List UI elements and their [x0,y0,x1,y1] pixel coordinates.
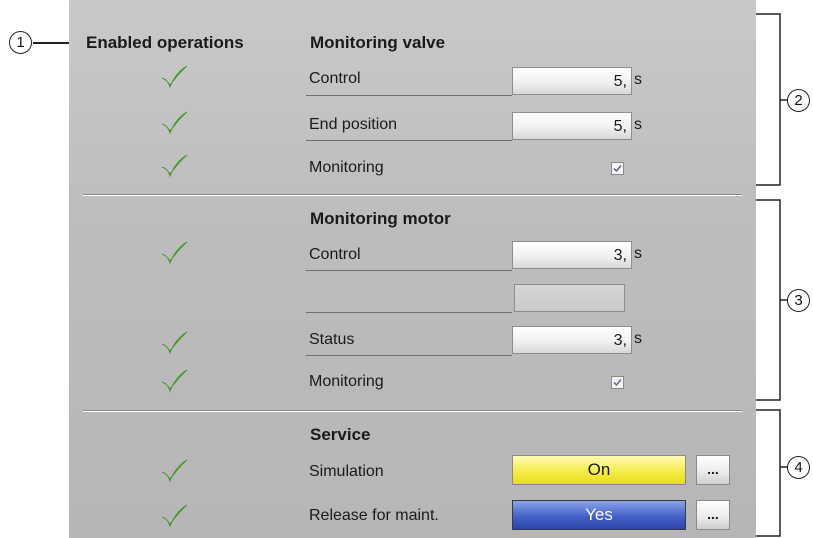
checkmark-icon [161,111,188,135]
motor-control-underline [306,270,512,271]
motor-monitoring-checkbox[interactable] [611,376,624,389]
valve-end-position-underline [306,140,512,141]
motor-monitoring-label: Monitoring [309,373,384,390]
motor-status-input[interactable]: 3, [512,326,632,354]
monitoring-motor-title: Monitoring motor [310,209,451,228]
checkmark-icon [161,154,188,178]
simulation-state-button[interactable]: On [512,455,686,485]
callout-4: 4 [787,456,810,479]
valve-control-input[interactable]: 5, [512,67,632,95]
faceplate-panel: Enabled operations Monitoring valve Cont… [69,0,756,538]
valve-end-position-unit: s [634,116,642,133]
checkmark-icon [161,504,188,528]
enabled-operations-header: Enabled operations [86,33,244,52]
checkmark-icon [161,459,188,483]
callout-3: 3 [787,289,810,312]
valve-end-position-input[interactable]: 5, [512,112,632,140]
motor-control-input[interactable]: 3, [512,241,632,269]
section-divider [83,195,742,196]
checkmark-icon [161,65,188,89]
checkmark-icon [161,331,188,355]
callout-1: 1 [9,31,32,54]
release-maintenance-label: Release for maint. [309,507,439,524]
valve-control-label: Control [309,70,361,87]
motor-control-unit: s [634,245,642,262]
monitoring-valve-title: Monitoring valve [310,33,446,52]
valve-monitoring-label: Monitoring [309,159,384,176]
checkbox-checked-icon [613,379,622,387]
motor-blank-underline [306,312,512,313]
callout-2: 2 [787,89,810,112]
valve-end-position-label: End position [309,116,398,133]
release-maintenance-more-button[interactable]: ... [696,500,730,530]
motor-blank-field [514,284,625,312]
valve-control-underline [306,95,512,96]
checkbox-checked-icon [613,165,622,173]
motor-status-unit: s [634,330,642,347]
service-title: Service [310,425,371,444]
valve-monitoring-checkbox[interactable] [611,162,624,175]
checkmark-icon [161,241,188,265]
simulation-more-button[interactable]: ... [696,455,730,485]
motor-control-label: Control [309,246,361,263]
motor-status-underline [306,355,512,356]
checkmark-icon [161,369,188,393]
section-divider [83,411,742,412]
motor-status-label: Status [309,331,355,348]
valve-control-unit: s [634,71,642,88]
simulation-label: Simulation [309,463,384,480]
release-maintenance-state-button[interactable]: Yes [512,500,686,530]
